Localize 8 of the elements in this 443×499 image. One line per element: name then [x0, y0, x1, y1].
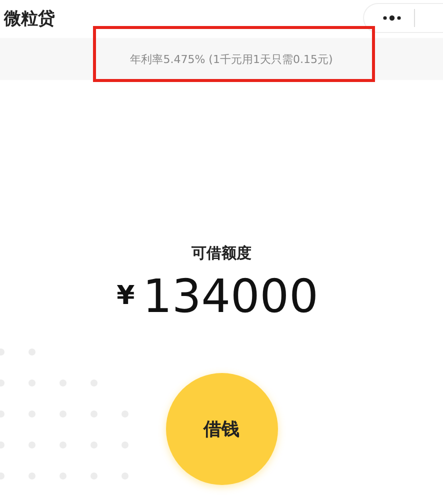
interest-rate-text: 年利率5.475% (1千元用1天只需0.15元) — [130, 52, 333, 66]
app-title: 微粒贷 — [4, 8, 55, 30]
borrow-button[interactable]: 借钱 — [166, 373, 278, 485]
menu-capsule[interactable] — [363, 3, 443, 33]
more-icon[interactable] — [382, 15, 402, 21]
credit-amount: 134000 — [142, 269, 318, 323]
currency-symbol: ¥ — [116, 281, 135, 311]
credit-limit-label: 可借额度 — [192, 244, 252, 263]
